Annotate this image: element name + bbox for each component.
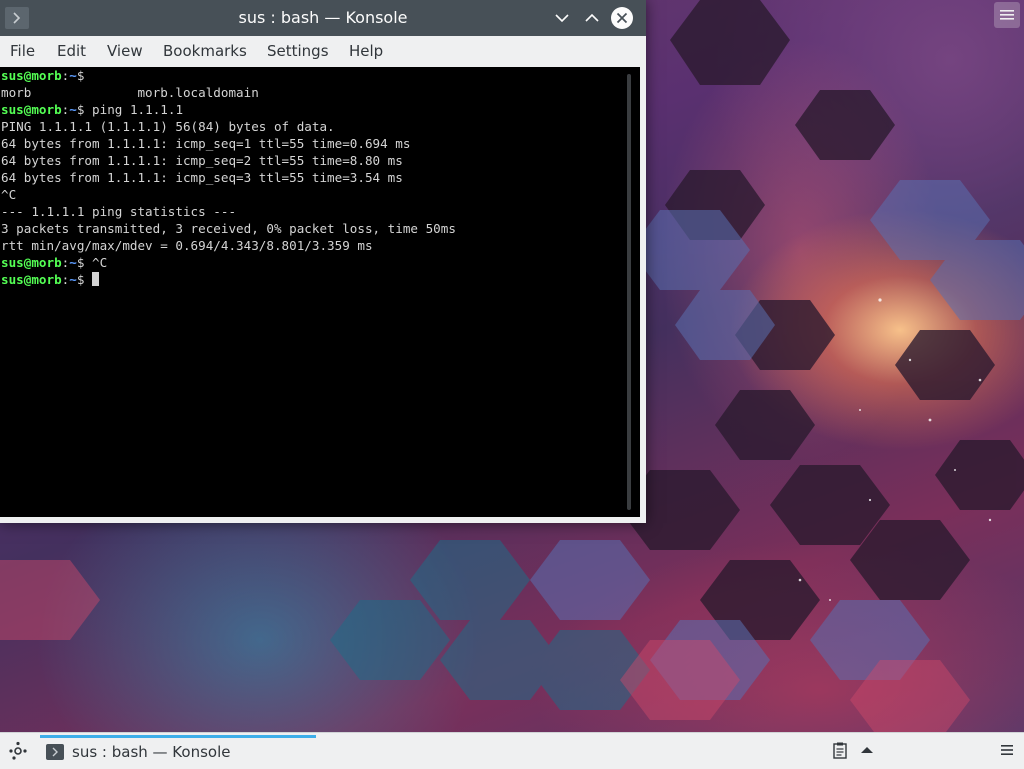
menu-view[interactable]: View [106, 36, 144, 67]
window-titlebar[interactable]: sus : bash — Konsole [0, 0, 646, 36]
terminal-output-line: 64 bytes from 1.1.1.1: icmp_seq=2 ttl=55… [0, 152, 640, 169]
terminal-output-line: PING 1.1.1.1 (1.1.1.1) 56(84) bytes of d… [0, 118, 640, 135]
prompt-command [84, 272, 92, 287]
terminal-prompt-line: sus@morb:~$ [0, 271, 640, 288]
prompt-path: ~ [69, 102, 77, 117]
prompt-command: ^C [84, 255, 108, 270]
menu-file[interactable]: File [9, 36, 36, 67]
prompt-path: ~ [69, 272, 77, 287]
output-text: morb morb.localdomain [1, 85, 259, 100]
maximize-button[interactable] [581, 7, 603, 29]
task-active-indicator [40, 735, 316, 738]
konsole-window: sus : bash — Konsole File Edit View Book… [0, 0, 646, 523]
terminal-output-line: ^C [0, 186, 640, 203]
prompt-command: ping 1.1.1.1 [84, 102, 184, 117]
prompt-user: sus@morb [1, 255, 62, 270]
menu-help[interactable]: Help [348, 36, 384, 67]
tray-expand-button[interactable] [858, 741, 876, 759]
hamburger-menu-icon [1000, 10, 1014, 20]
terminal-output-line: 3 packets transmitted, 3 received, 0% pa… [0, 220, 640, 237]
terminal-output-line: 64 bytes from 1.1.1.1: icmp_seq=3 ttl=55… [0, 169, 640, 186]
menu-bookmarks[interactable]: Bookmarks [162, 36, 248, 67]
terminal-output-line: --- 1.1.1.1 ping statistics --- [0, 203, 640, 220]
terminal-scrollbar[interactable] [627, 74, 631, 510]
prompt-path: ~ [69, 68, 77, 83]
konsole-icon [46, 744, 64, 760]
application-launcher-button[interactable] [6, 739, 30, 763]
terminal-output-line: morb morb.localdomain [0, 84, 640, 101]
prompt-symbol: $ [76, 68, 85, 83]
terminal-output-line: 64 bytes from 1.1.1.1: icmp_seq=1 ttl=55… [0, 135, 640, 152]
output-text: 3 packets transmitted, 3 received, 0% pa… [1, 221, 456, 236]
output-text: 64 bytes from 1.1.1.1: icmp_seq=1 ttl=55… [1, 136, 411, 151]
terminal-prompt-line: sus@morb:~$ [0, 67, 640, 84]
terminal-output-line: rtt min/avg/max/mdev = 0.694/4.343/8.801… [0, 237, 640, 254]
terminal-scroll-area [640, 67, 646, 523]
prompt-path: ~ [69, 255, 77, 270]
output-text: 64 bytes from 1.1.1.1: icmp_seq=2 ttl=55… [1, 153, 403, 168]
menu-edit[interactable]: Edit [56, 36, 87, 67]
prompt-user: sus@morb [1, 68, 62, 83]
clipboard-button[interactable] [831, 741, 849, 759]
application-launcher-icon [9, 741, 27, 760]
output-text: PING 1.1.1.1 (1.1.1.1) 56(84) bytes of d… [1, 119, 335, 134]
close-button[interactable] [611, 7, 633, 29]
clipboard-icon [833, 742, 847, 759]
output-text: rtt min/avg/max/mdev = 0.694/4.343/8.801… [1, 238, 373, 253]
prompt-user: sus@morb [1, 272, 62, 287]
panel-options-button[interactable] [998, 741, 1016, 759]
menu-bar: File Edit View Bookmarks Settings Help [0, 36, 646, 67]
text-cursor [92, 272, 100, 286]
task-label: sus : bash — Konsole [72, 743, 231, 761]
hamburger-menu-icon [1001, 745, 1013, 755]
task-konsole[interactable]: sus : bash — Konsole [40, 735, 316, 767]
terminal-prompt-line: sus@morb:~$ ping 1.1.1.1 [0, 101, 640, 118]
chevron-up-icon [585, 13, 599, 22]
output-text: 64 bytes from 1.1.1.1: icmp_seq=3 ttl=55… [1, 170, 403, 185]
close-icon [616, 12, 628, 24]
terminal-view[interactable]: sus@morb:~$ morb morb.localdomain sus@morb… [0, 67, 640, 517]
menu-settings[interactable]: Settings [266, 36, 330, 67]
minimize-button[interactable] [551, 7, 573, 29]
taskbar-panel: sus : bash — Konsole [0, 732, 1024, 769]
desktop-toolbox-button[interactable] [994, 2, 1020, 28]
triangle-up-icon [861, 747, 873, 753]
window-title: sus : bash — Konsole [238, 8, 408, 27]
output-text: ^C [1, 187, 17, 202]
prompt-user: sus@morb [1, 102, 62, 117]
terminal-prompt-line: sus@morb:~$ ^C [0, 254, 640, 271]
output-text: --- 1.1.1.1 ping statistics --- [1, 204, 237, 219]
chevron-down-icon [555, 14, 569, 23]
